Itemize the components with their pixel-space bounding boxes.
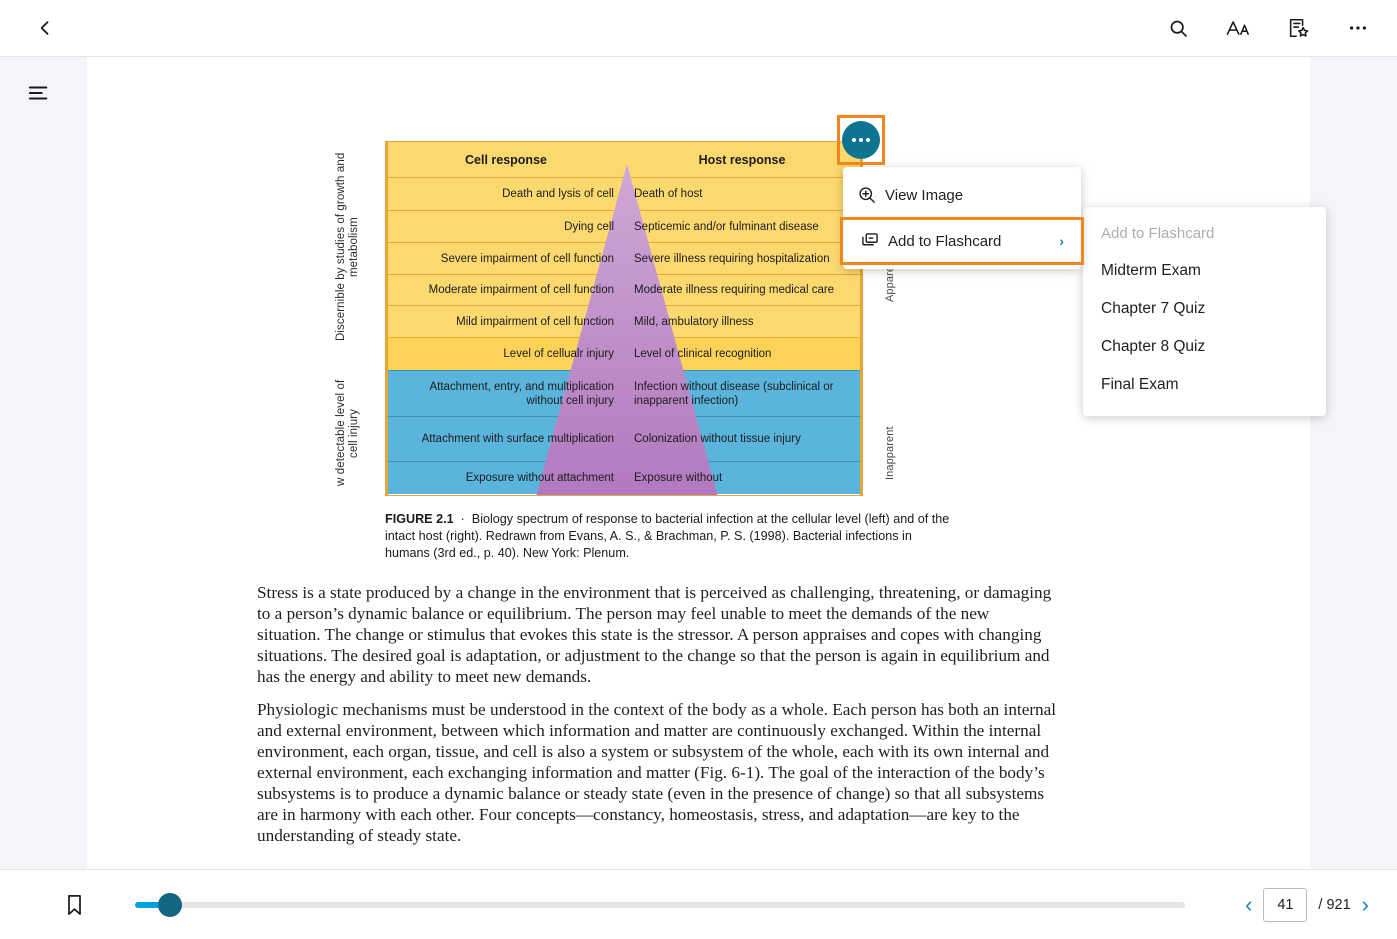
figure-cell-right: Colonization without tissue injury [634, 433, 801, 445]
figure-cell-right: Exposure without [634, 472, 723, 484]
search-icon[interactable] [1161, 11, 1195, 45]
page-number-input[interactable]: 41 [1263, 887, 1308, 922]
figure-row: Severe impairment of cell function Sever… [388, 243, 860, 275]
figure-cell-right: Septicemic and/or fulminant disease [634, 220, 819, 233]
figure-caption-label: FIGURE 2.1 [385, 512, 454, 526]
top-toolbar [0, 0, 1397, 57]
flashcard-submenu-item-chapter-7-quiz[interactable]: Chapter 7 Quiz [1083, 290, 1326, 328]
bookmark-icon[interactable] [60, 891, 88, 919]
contents-menu-icon[interactable] [28, 84, 50, 107]
top-toolbar-left [28, 11, 62, 45]
figure-caption: FIGURE 2.1 · Biology spectrum of respons… [385, 511, 955, 562]
flashcard-icon [860, 231, 888, 251]
figure-row: Attachment with surface multiplication C… [388, 417, 860, 462]
dot [866, 138, 871, 142]
figure-cell-left: Death and lysis of cell [502, 188, 614, 200]
flashcard-submenu-heading: Add to Flashcard [1101, 225, 1215, 242]
paragraph-2: Physiologic mechanisms must be understoo… [257, 700, 1057, 845]
menu-item-add-to-flashcard[interactable]: Add to Flashcard › [840, 217, 1084, 265]
page-sheet: Discernible by studies of growth and met… [87, 57, 1310, 869]
previous-page-button[interactable]: ‹ [1245, 893, 1252, 916]
figure-left-axis-bottom-label: w detectable level of cell injury [335, 379, 360, 487]
text-size-icon[interactable] [1221, 11, 1255, 45]
figure-row: Attachment, entry, and multiplication wi… [388, 371, 860, 417]
flashcard-submenu: Add to Flashcard Midterm Exam Chapter 7 … [1083, 207, 1326, 416]
figure-header-row: Cell response Host response [388, 142, 860, 178]
menu-item-label: Add to Flashcard [888, 232, 1002, 250]
figure-right-axis-bottom-label: Inapparent [884, 426, 896, 480]
menu-item-label: View Image [885, 186, 964, 204]
figure-cell-left: Severe impairment of cell function [440, 252, 614, 265]
figure-row: Level of cellualr injury Level of clinic… [388, 338, 860, 371]
figure-grid: Cell response Host response Death and ly… [385, 141, 863, 496]
flashcard-submenu-item-chapter-8-quiz[interactable]: Chapter 8 Quiz [1083, 328, 1326, 366]
page-slider[interactable] [135, 892, 1185, 917]
figure-cell-right: Level of clinical recognition [634, 348, 772, 360]
flashcard-submenu-item-midterm-exam[interactable]: Midterm Exam [1083, 252, 1326, 290]
left-rail [0, 57, 87, 869]
figure-row: Dying cell Septicemic and/or fulminant d… [388, 211, 860, 243]
figure-cell-left: Dying cell [564, 220, 614, 233]
figure-row: Exposure without attachment Exposure wit… [388, 462, 860, 494]
figure-row: Death and lysis of cell Death of host [388, 178, 860, 211]
slider-thumb[interactable] [158, 892, 182, 917]
back-button[interactable] [28, 11, 62, 45]
total-pages-label: / 921 [1318, 896, 1351, 913]
figure-cell-left: Attachment, entry, and multiplication wi… [429, 380, 614, 407]
figure-row: Moderate impairment of cell function Mod… [388, 275, 860, 306]
figure-cell-right: Moderate illness requiring medical care [634, 284, 835, 296]
menu-item-view-image[interactable]: View Image [843, 173, 1081, 217]
zoom-in-icon [857, 185, 885, 205]
figure-cell-right: Mild, ambulatory illness [634, 315, 754, 328]
paragraph-1: Stress is a state produced by a change i… [257, 583, 1052, 686]
notes-star-icon[interactable] [1281, 11, 1315, 45]
image-context-menu: View Image Add to Flashcard › [840, 167, 1084, 269]
dot [851, 138, 856, 142]
figure-cell-right: Infection without disease (subclinical o… [634, 380, 834, 407]
slider-track [135, 901, 1185, 908]
chevron-right-icon: › [1059, 233, 1064, 249]
next-page-button[interactable]: › [1362, 893, 1369, 916]
figure-header-cell-left: Cell response [465, 152, 547, 167]
dot [859, 138, 863, 142]
figure-cell-left: Level of cellualr injury [503, 348, 614, 360]
flashcard-submenu-item-final-exam[interactable]: Final Exam [1083, 366, 1326, 404]
figure-graphic: Discernible by studies of growth and met… [297, 133, 949, 560]
pager: ‹ 41 / 921 › [1245, 887, 1369, 922]
right-gutter [1310, 57, 1397, 869]
figure-cell-left: Attachment with surface multiplication [421, 433, 614, 445]
figure-cell-left: Exposure without attachment [465, 472, 614, 484]
page-body-text: Stress is a state produced by a change i… [257, 582, 1057, 846]
figure-cell-right: Severe illness requiring hospitalization [634, 252, 830, 265]
figure-cell-right: Death of host [634, 188, 703, 200]
more-options-icon[interactable] [1341, 11, 1375, 45]
figure-cell-left: Moderate impairment of cell function [428, 284, 614, 296]
figure-2-1: Discernible by studies of growth and met… [297, 133, 949, 560]
reader-app: Discernible by studies of growth and met… [0, 0, 1397, 939]
bottom-toolbar: ‹ 41 / 921 › [0, 869, 1397, 939]
figure-row: Mild impairment of cell function Mild, a… [388, 306, 860, 338]
figure-header-cell-right: Host response [698, 152, 786, 167]
figure-left-axis-top-label: Discernible by studies of growth and met… [335, 152, 360, 342]
image-options-button[interactable] [842, 121, 880, 159]
figure-cell-left: Mild impairment of cell function [456, 315, 614, 328]
top-toolbar-right [1161, 11, 1375, 45]
